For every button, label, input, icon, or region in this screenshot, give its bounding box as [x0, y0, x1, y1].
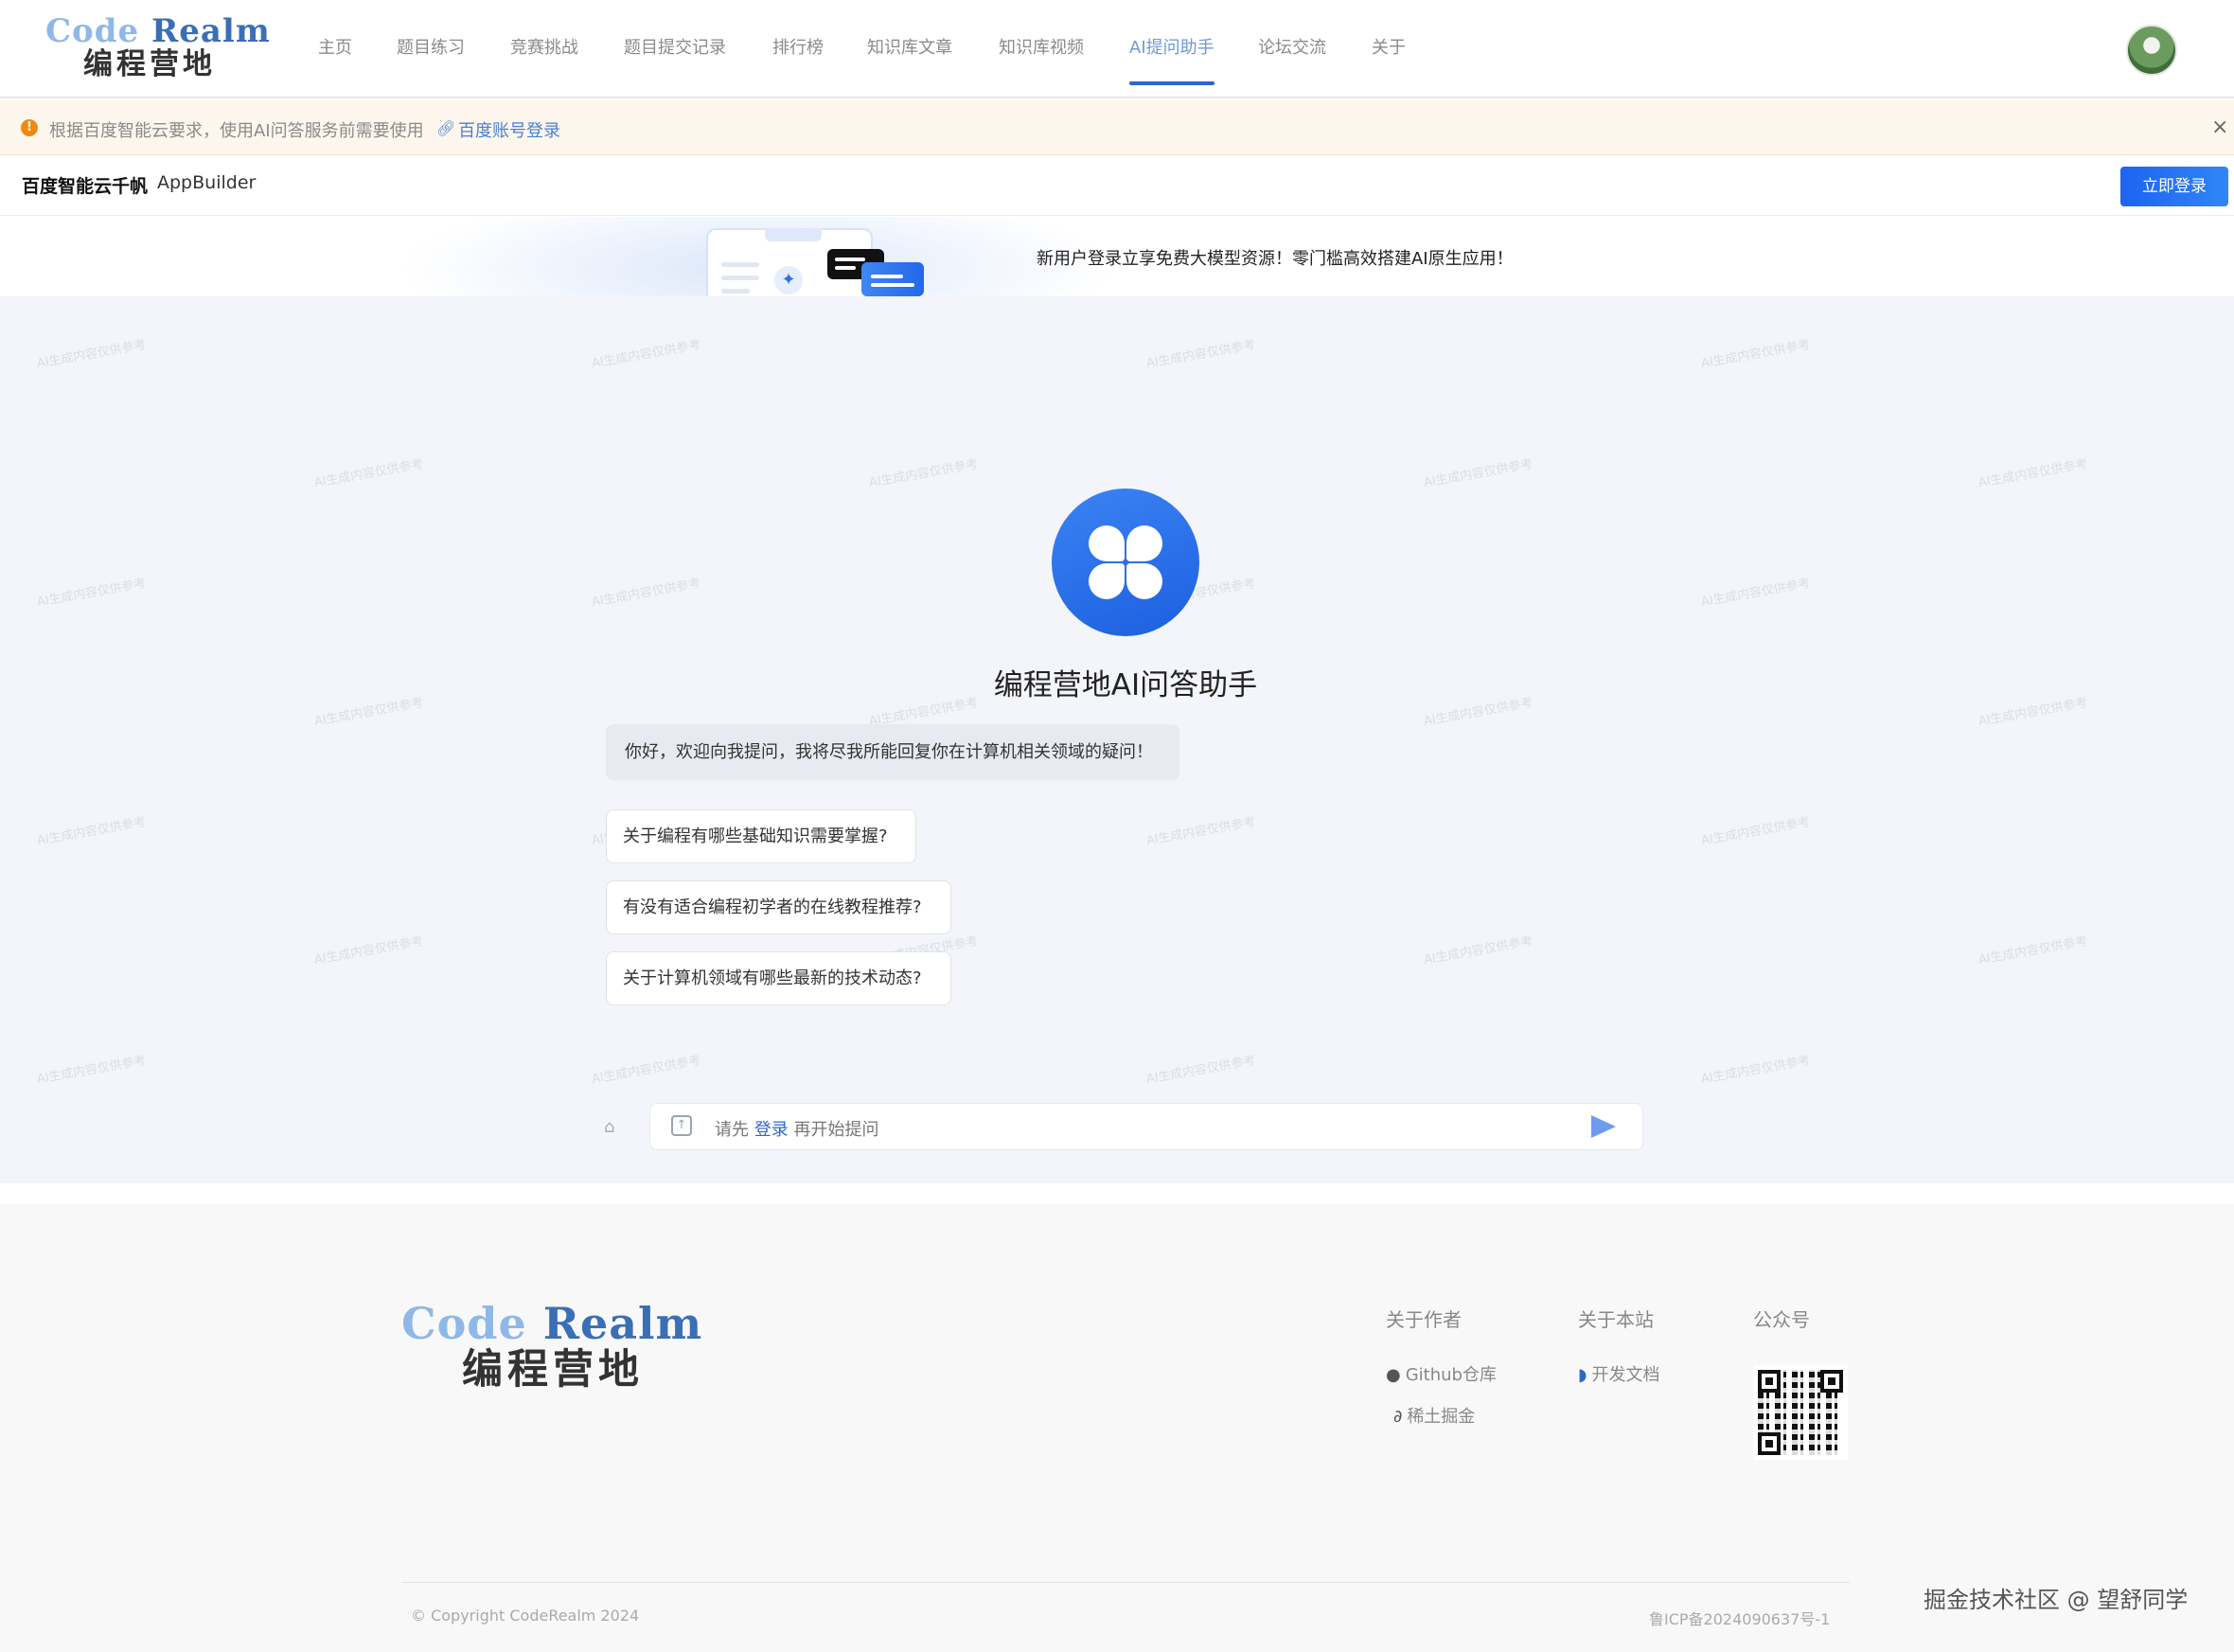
- login-now-button[interactable]: 立即登录: [2120, 167, 2228, 206]
- suggestion-1[interactable]: 关于编程有哪些基础知识需要掌握?: [606, 809, 916, 863]
- clear-chat-icon[interactable]: ⌂: [604, 1117, 625, 1138]
- input-placeholder: 请先 登录 再开始提问: [715, 1120, 879, 1140]
- watermark-text: AI生成内容仅供参考: [1699, 337, 1812, 371]
- watermark-text: AI生成内容仅供参考: [1422, 456, 1534, 490]
- footer-logo: Code Realm 编程营地: [401, 1299, 714, 1403]
- close-icon[interactable]: ×: [2211, 115, 2228, 139]
- nav-item-videos[interactable]: 知识库视频: [999, 0, 1084, 98]
- sparkle-icon: ✦: [774, 266, 803, 294]
- assistant-title: 编程营地AI问答助手: [993, 668, 1258, 702]
- warning-icon: !: [21, 119, 38, 136]
- welcome-message: 你好，欢迎向我提问，我将尽我所能回复你在计算机相关领域的疑问！: [606, 724, 1179, 780]
- logo-chinese: 编程营地: [83, 47, 216, 81]
- docs-link[interactable]: ◗ 开发文档: [1578, 1361, 1659, 1386]
- watermark-text: AI生成内容仅供参考: [1144, 1053, 1257, 1087]
- assistant-logo-icon: [1052, 488, 1199, 636]
- suggestion-3[interactable]: 关于计算机领域有哪些最新的技术动态?: [606, 951, 951, 1005]
- nav-item-contest[interactable]: 竞赛挑战: [510, 0, 578, 98]
- watermark-text: AI生成内容仅供参考: [590, 1053, 702, 1087]
- watermark-text: AI生成内容仅供参考: [312, 933, 425, 968]
- watermark-text: AI生成内容仅供参考: [1699, 1053, 1812, 1087]
- chat-area: AI生成内容仅供参考 AI生成内容仅供参考 AI生成内容仅供参考 AI生成内容仅供参考…: [0, 296, 2234, 1183]
- watermark-text: AI生成内容仅供参考: [590, 337, 702, 371]
- appbuilder-bar: 百度智能云千帆 AppBuilder 立即登录: [0, 157, 2234, 216]
- nav-item-practice[interactable]: 题目练习: [397, 0, 465, 98]
- site-logo[interactable]: Code Realm 编程营地: [45, 13, 270, 81]
- footer-logo-english: Code Realm: [401, 1298, 703, 1349]
- juejin-link[interactable]: ∂ 稀土掘金: [1393, 1403, 1475, 1428]
- watermark-text: AI生成内容仅供参考: [1977, 456, 2089, 490]
- icp-record[interactable]: 鲁ICP备2024090637号-1: [1649, 1607, 1830, 1629]
- watermark-text: AI生成内容仅供参考: [35, 1053, 148, 1087]
- footer-logo-chinese: 编程营地: [462, 1346, 644, 1394]
- nav-item-about[interactable]: 关于: [1372, 0, 1406, 98]
- watermark-text: AI生成内容仅供参考: [1144, 337, 1257, 371]
- promo-banner: ✦ 新用户登录立享免费大模型资源！零门槛高效搭建AI原生应用！: [0, 217, 2234, 296]
- watermark-text: AI生成内容仅供参考: [35, 337, 148, 371]
- send-icon[interactable]: [1591, 1115, 1616, 1138]
- watermark-text: AI生成内容仅供参考: [312, 456, 425, 490]
- notice-bar: ! 根据百度智能云要求，使用AI问答服务前需要使用 🔗︎ 百度账号登录 ×: [0, 100, 2234, 155]
- nav-item-forum[interactable]: 论坛交流: [1258, 0, 1326, 98]
- footer-col-author: 关于作者: [1386, 1308, 1462, 1331]
- suggestion-2[interactable]: 有没有适合编程初学者的在线教程推荐?: [606, 880, 951, 934]
- source-credit: 掘金技术社区 @ 望舒同学: [1924, 1587, 2189, 1613]
- question-input[interactable]: ↑ 请先 登录 再开始提问: [649, 1103, 1643, 1150]
- brand-name: 百度智能云千帆: [22, 176, 149, 197]
- site-footer: Code Realm 编程营地 关于作者 关于本站 公众号 ● Github仓库 …: [0, 1204, 2234, 1652]
- chat-bubble-icon: [861, 262, 924, 296]
- watermark-text: AI生成内容仅供参考: [1699, 814, 1812, 848]
- upload-icon[interactable]: ↑: [671, 1115, 692, 1136]
- baidu-login-link[interactable]: 百度账号登录: [458, 117, 560, 142]
- input-login-link[interactable]: 登录: [754, 1120, 789, 1140]
- github-link[interactable]: ● Github仓库: [1386, 1361, 1497, 1386]
- docs-icon: ◗: [1578, 1365, 1587, 1385]
- watermark-text: AI生成内容仅供参考: [590, 576, 702, 610]
- promo-text: 新用户登录立享免费大模型资源！零门槛高效搭建AI原生应用！: [1037, 249, 1514, 269]
- nav-item-ranking[interactable]: 排行榜: [772, 0, 824, 98]
- notice-text: 根据百度智能云要求，使用AI问答服务前需要使用: [49, 121, 424, 141]
- user-avatar[interactable]: [2126, 25, 2177, 76]
- footer-divider: [401, 1582, 1850, 1583]
- watermark-text: AI生成内容仅供参考: [1144, 814, 1257, 848]
- nav-item-ai-assistant[interactable]: AI提问助手: [1129, 0, 1215, 98]
- nav-item-articles[interactable]: 知识库文章: [867, 0, 952, 98]
- watermark-text: AI生成内容仅供参考: [1699, 576, 1812, 610]
- brand-product: AppBuilder: [157, 172, 257, 193]
- top-header: Code Realm 编程营地 主页 题目练习 竞赛挑战 题目提交记录 排行榜 …: [0, 0, 2234, 98]
- nav-item-submissions[interactable]: 题目提交记录: [624, 0, 726, 98]
- github-icon: ●: [1386, 1365, 1401, 1385]
- wechat-qr-code: [1753, 1365, 1848, 1460]
- link-icon: 🔗︎: [436, 119, 456, 137]
- copyright-text: © Copyright CodeRealm 2024: [411, 1607, 640, 1625]
- watermark-text: AI生成内容仅供参考: [35, 814, 148, 848]
- paperclip-icon: ∂: [1393, 1407, 1403, 1427]
- footer-col-site: 关于本站: [1578, 1308, 1654, 1331]
- nav-item-home[interactable]: 主页: [318, 0, 352, 98]
- footer-col-wechat: 公众号: [1753, 1308, 1810, 1331]
- watermark-text: AI生成内容仅供参考: [35, 576, 148, 610]
- watermark-text: AI生成内容仅供参考: [1977, 933, 2089, 968]
- logo-english: Code Realm: [45, 12, 271, 50]
- watermark-text: AI生成内容仅供参考: [1422, 933, 1534, 968]
- watermark-text: AI生成内容仅供参考: [867, 456, 980, 490]
